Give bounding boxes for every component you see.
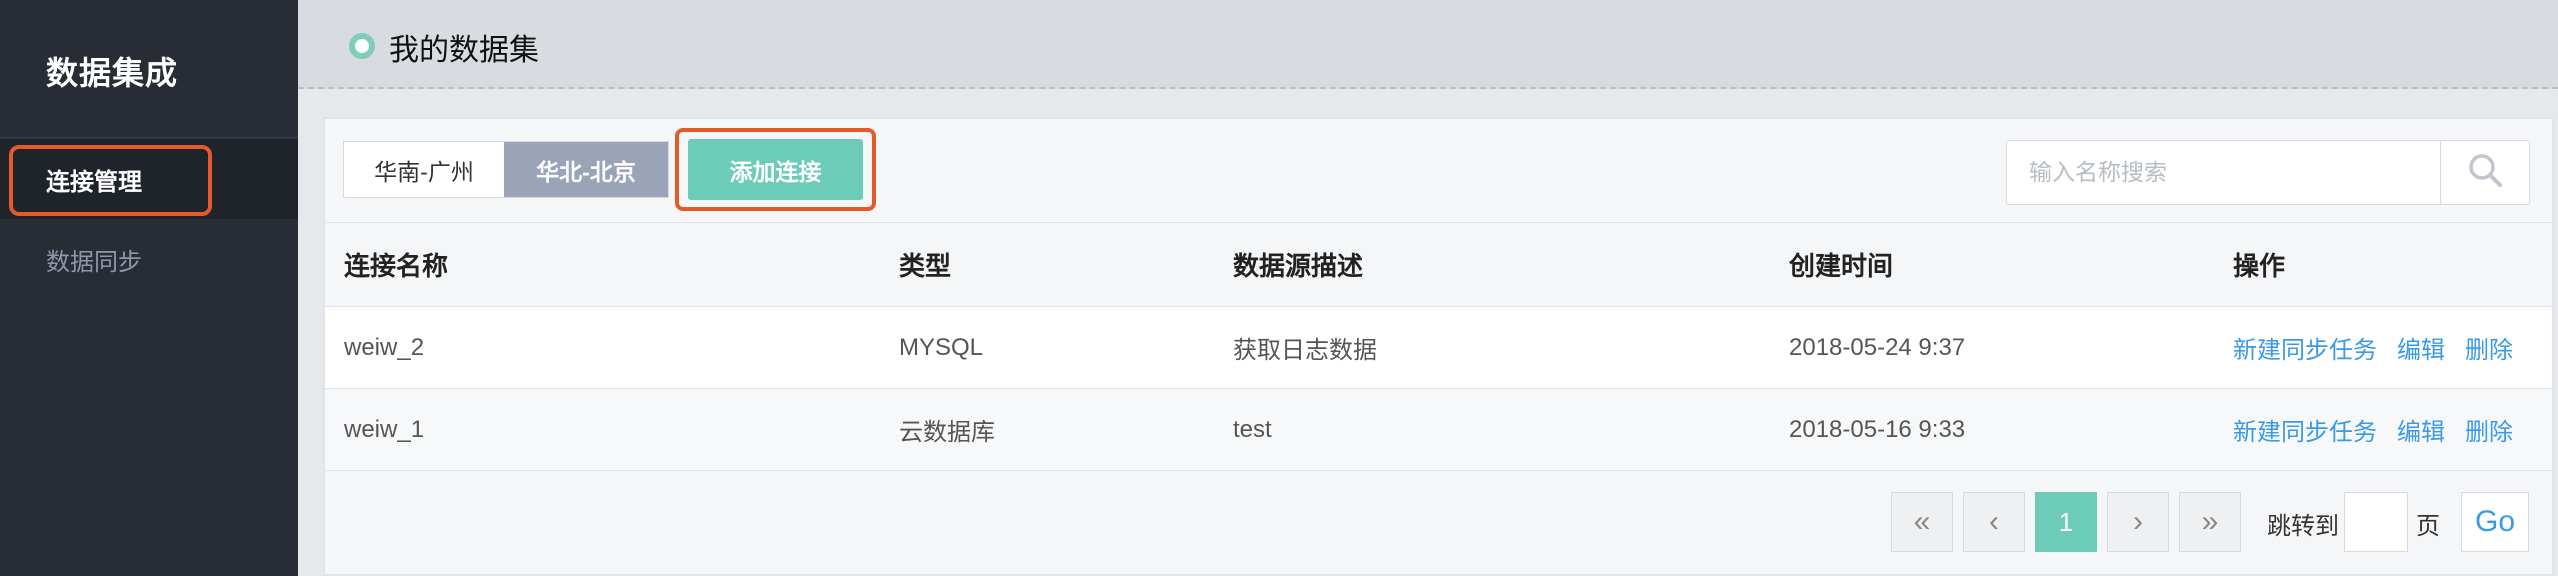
column-header-description: 数据源描述: [1233, 251, 1364, 281]
connection-description: test: [1233, 415, 1272, 443]
connection-type: MYSQL: [899, 333, 984, 361]
page-title: 我的数据集: [389, 34, 539, 67]
connection-created: 2018-05-16 9:33: [1789, 415, 1966, 443]
connection-name: weiw_1: [344, 415, 425, 443]
search-input[interactable]: [2007, 141, 2440, 204]
jump-to-label: 跳转到: [2267, 513, 2339, 540]
column-header-type: 类型: [899, 251, 952, 281]
table-header-row: 连接名称 类型 数据源描述 创建时间 操作: [325, 222, 2552, 307]
table-row: weiw_2 MYSQL 获取日志数据 2018-05-24 9:37 新建同步…: [325, 307, 2552, 389]
first-page-button[interactable]: «: [1891, 492, 1953, 552]
go-button[interactable]: Go: [2461, 492, 2529, 552]
delete-link[interactable]: 删除: [2465, 419, 2513, 446]
sidebar: 数据集成 连接管理 数据同步: [0, 0, 298, 576]
table-row: weiw_1 云数据库 test 2018-05-16 9:33 新建同步任务编…: [325, 389, 2552, 471]
sidebar-item-data-sync[interactable]: 数据同步: [0, 219, 298, 299]
sidebar-divider: [0, 137, 298, 138]
row-actions: 新建同步任务 编辑 删除: [2233, 412, 2533, 447]
sidebar-item-label: 数据同步: [46, 248, 142, 276]
connection-description: 获取日志数据: [1233, 337, 1377, 364]
connection-name: weiw_2: [344, 333, 425, 361]
region-tab-south-guangzhou[interactable]: 华南-广州: [344, 142, 504, 197]
search-button[interactable]: [2440, 141, 2529, 204]
row-actions: 新建同步任务 编辑 删除: [2233, 330, 2533, 365]
page-jump-input[interactable]: [2344, 492, 2408, 552]
sidebar-item-label: 连接管理: [46, 168, 142, 196]
connection-type: 云数据库: [899, 419, 995, 446]
region-switch: 华南-广州 华北-北京: [343, 141, 669, 198]
last-page-button[interactable]: »: [2179, 492, 2241, 552]
new-sync-task-link[interactable]: 新建同步任务: [2233, 337, 2377, 364]
add-connection-button[interactable]: 添加连接: [688, 139, 863, 200]
sidebar-brand: 数据集成: [46, 55, 179, 91]
prev-page-button[interactable]: ‹: [1963, 492, 2025, 552]
region-tab-north-beijing[interactable]: 华北-北京: [504, 142, 668, 197]
column-header-name: 连接名称: [344, 251, 449, 281]
edit-link[interactable]: 编辑: [2397, 419, 2445, 446]
page-suffix-label: 页: [2416, 513, 2440, 540]
circle-icon: [349, 33, 375, 59]
search-box: [2006, 140, 2530, 205]
next-page-button[interactable]: ›: [2107, 492, 2169, 552]
search-icon: [2465, 150, 2505, 195]
new-sync-task-link[interactable]: 新建同步任务: [2233, 419, 2377, 446]
sidebar-item-connection-management[interactable]: 连接管理: [0, 139, 298, 219]
page-header: 我的数据集: [298, 0, 2558, 89]
column-header-actions: 操作: [2233, 251, 2286, 281]
connection-created: 2018-05-24 9:37: [1789, 333, 1966, 361]
page-1-button[interactable]: 1: [2035, 492, 2097, 552]
edit-link[interactable]: 编辑: [2397, 337, 2445, 364]
column-header-created: 创建时间: [1789, 251, 1894, 281]
delete-link[interactable]: 删除: [2465, 337, 2513, 364]
